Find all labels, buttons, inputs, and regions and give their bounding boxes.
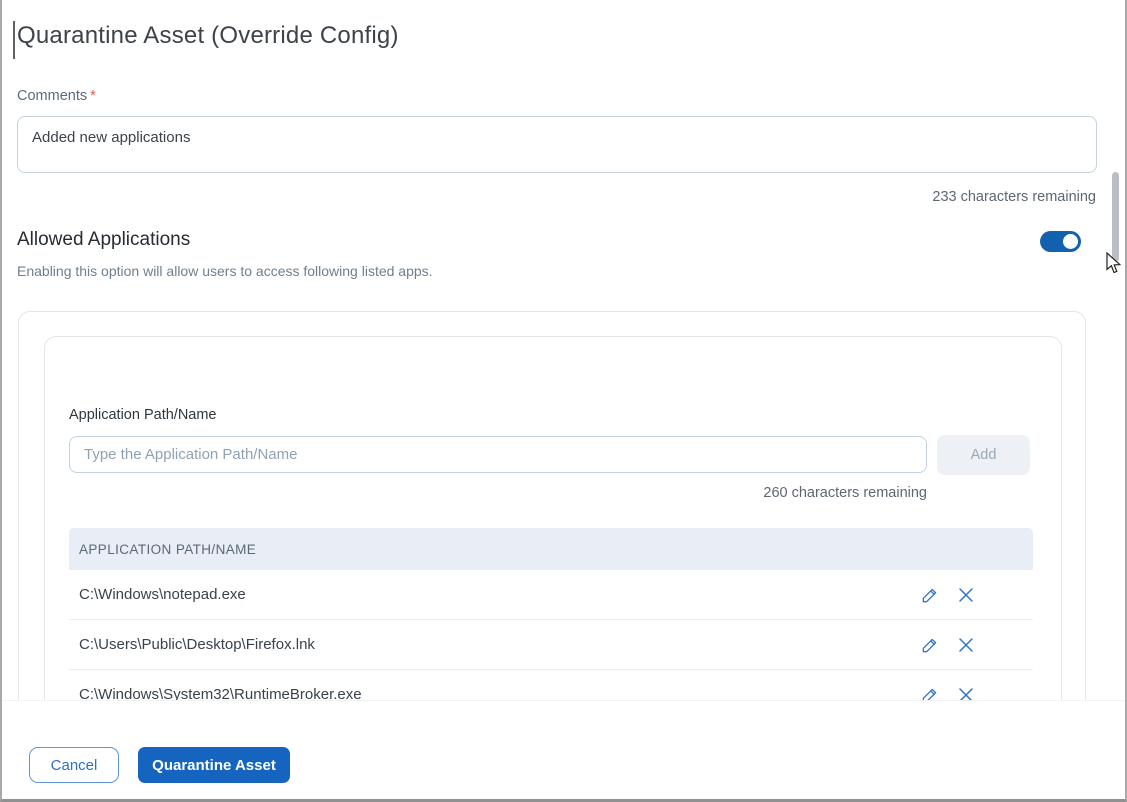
comments-textarea[interactable]: Added new applications (17, 116, 1097, 173)
dialog-footer: Cancel Quarantine Asset (2, 700, 1125, 799)
scrollbar-thumb[interactable] (1112, 172, 1119, 262)
application-path-cell: C:\Windows\System32\RuntimeBroker.exe (79, 686, 362, 700)
application-path-cell: C:\Windows\notepad.exe (79, 586, 246, 603)
quarantine-asset-button[interactable]: Quarantine Asset (138, 747, 290, 783)
allowed-applications-description: Enabling this option will allow users to… (17, 263, 433, 279)
allowed-applications-heading: Allowed Applications (17, 229, 191, 250)
table-row: C:\Windows\System32\RuntimeBroker.exe (69, 670, 1033, 700)
application-path-input[interactable] (69, 436, 927, 473)
mouse-cursor-icon (1106, 251, 1123, 281)
path-chars-remaining: 260 characters remaining (763, 485, 927, 501)
application-list-card: Application Path/Name Add 260 characters… (44, 336, 1062, 700)
delete-icon[interactable] (955, 584, 977, 606)
row-actions (919, 634, 1023, 656)
page-title: Quarantine Asset (Override Config) (17, 22, 399, 49)
comments-label: Comments * (17, 88, 96, 104)
table-row: C:\Windows\notepad.exe (69, 570, 1033, 620)
dialog-content: Quarantine Asset (Override Config) Comme… (2, 0, 1125, 700)
table-header: APPLICATION PATH/NAME (69, 528, 1033, 570)
comments-label-text: Comments (17, 88, 88, 104)
delete-icon[interactable] (955, 634, 977, 656)
application-table: APPLICATION PATH/NAME C:\Windows\notepad… (69, 528, 1033, 700)
cancel-button[interactable]: Cancel (29, 747, 119, 783)
row-actions (919, 684, 1023, 700)
quarantine-dialog: Quarantine Asset (Override Config) Comme… (0, 0, 1127, 802)
edit-icon[interactable] (919, 584, 941, 606)
add-button[interactable]: Add (937, 435, 1030, 475)
edit-icon[interactable] (919, 634, 941, 656)
row-actions (919, 584, 1023, 606)
delete-icon[interactable] (955, 684, 977, 700)
allowed-applications-card: Application Path/Name Add 260 characters… (18, 311, 1086, 700)
edit-icon[interactable] (919, 684, 941, 700)
text-caret (13, 21, 15, 59)
toggle-knob (1063, 234, 1078, 249)
comments-chars-remaining: 233 characters remaining (932, 189, 1096, 205)
application-path-label: Application Path/Name (69, 407, 217, 423)
application-path-cell: C:\Users\Public\Desktop\Firefox.lnk (79, 636, 315, 653)
allowed-applications-toggle[interactable] (1040, 231, 1081, 252)
table-row: C:\Users\Public\Desktop\Firefox.lnk (69, 620, 1033, 670)
required-asterisk: * (90, 88, 96, 104)
